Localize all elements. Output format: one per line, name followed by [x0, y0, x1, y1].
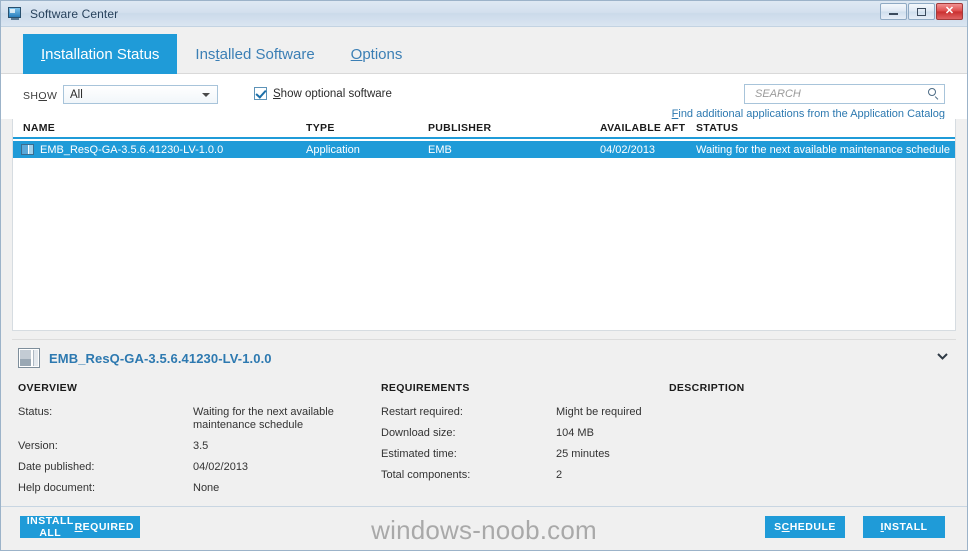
window-controls: ✕ — [880, 3, 963, 20]
schedule-button[interactable]: S C HEDULE — [765, 516, 845, 538]
details-columns: OVERVIEW Status: Waiting for the next av… — [12, 368, 956, 503]
search-icon[interactable] — [927, 87, 940, 101]
software-center-icon — [8, 6, 24, 22]
overview-status-value: Waiting for the next available maintenan… — [193, 406, 334, 431]
requirements-field-estimated-time: Estimated time: 25 minutes — [381, 448, 669, 461]
column-header-type[interactable]: TYPE — [296, 122, 418, 134]
maximize-icon — [917, 7, 926, 16]
list-header-row: NAME TYPE PUBLISHER AVAILABLE AFTER STAT… — [13, 119, 955, 139]
overview-field-status: Status: Waiting for the next available m… — [18, 406, 381, 432]
application-icon-large — [18, 348, 40, 368]
tab-options[interactable]: Options — [333, 34, 421, 74]
overview-help-key: Help document: — [18, 482, 96, 494]
window-title: Software Center — [30, 6, 119, 21]
row-name-cell: EMB_ResQ-GA-3.5.6.41230-LV-1.0.0 — [13, 144, 296, 156]
requirements-time-key: Estimated time: — [381, 448, 457, 460]
show-optional-software-label: Show optional software — [273, 87, 392, 100]
requirements-field-restart: Restart required: Might be required — [381, 406, 669, 419]
overview-section: OVERVIEW Status: Waiting for the next av… — [18, 382, 381, 503]
minimize-icon — [889, 13, 898, 15]
overview-version-value: 3.5 — [193, 440, 209, 452]
details-pane: EMB_ResQ-GA-3.5.6.41230-LV-1.0.0 OVERVIE… — [12, 339, 956, 494]
requirements-field-download-size: Download size: 104 MB — [381, 427, 669, 440]
footer-bar: windows-noob.com INSTALL ALL R EQUIRED SC… — [1, 506, 967, 550]
column-header-available-after[interactable]: AVAILABLE AFTER — [590, 122, 686, 134]
requirements-time-value: 25 minutes — [556, 448, 610, 460]
close-icon: ✕ — [944, 5, 955, 17]
overview-status-key: Status: — [18, 406, 53, 418]
row-name-text: EMB_ResQ-GA-3.5.6.41230-LV-1.0.0 — [40, 143, 224, 156]
checkmark-icon — [254, 87, 267, 100]
requirements-components-key: Total components: — [381, 469, 471, 481]
overview-version-key: Version: — [18, 440, 58, 452]
software-center-window: Software Center ✕ LV= Installation Statu… — [0, 0, 968, 551]
column-header-name[interactable]: NAME — [13, 122, 296, 134]
details-header: EMB_ResQ-GA-3.5.6.41230-LV-1.0.0 — [12, 340, 956, 368]
requirements-restart-key: Restart required: — [381, 406, 463, 418]
application-icon — [21, 144, 34, 155]
overview-field-version: Version: 3.5 — [18, 440, 381, 453]
install-button[interactable]: I NSTALL — [863, 516, 945, 538]
requirements-download-value: 104 MB — [556, 427, 594, 439]
table-row[interactable]: EMB_ResQ-GA-3.5.6.41230-LV-1.0.0 Applica… — [13, 141, 955, 158]
show-label: SHOW — [23, 90, 58, 102]
show-filter-value: All — [70, 88, 83, 101]
title-bar: Software Center ✕ — [1, 1, 967, 27]
requirements-components-value: 2 — [556, 469, 563, 481]
overview-field-date-published: Date published: 04/02/2013 — [18, 461, 381, 474]
description-section: DESCRIPTION — [669, 382, 956, 503]
close-button[interactable]: ✕ — [936, 3, 963, 20]
install-all-required-button[interactable]: INSTALL ALL R EQUIRED — [20, 515, 140, 539]
filter-bar: SHOW All Show optional software Find add… — [1, 74, 967, 120]
row-publisher-cell: EMB — [428, 143, 452, 156]
description-heading: DESCRIPTION — [669, 382, 745, 394]
tab-strip: Installation Status Ins t alled Software O… — [1, 27, 967, 74]
tab-installed-software[interactable]: Ins t alled Software — [177, 34, 332, 74]
overview-help-value: None — [193, 482, 220, 494]
software-list: NAME TYPE PUBLISHER AVAILABLE AFTER STAT… — [12, 119, 956, 331]
row-type-cell: Application — [306, 143, 360, 156]
maximize-button[interactable] — [908, 3, 935, 20]
overview-heading: OVERVIEW — [18, 382, 78, 394]
overview-date-key: Date published: — [18, 461, 95, 473]
chevron-down-glyph — [936, 352, 948, 360]
overview-field-help-document: Help document: None — [18, 482, 381, 495]
collapse-details-chevron-down-icon[interactable] — [934, 348, 950, 364]
tab-installation-status[interactable]: Installation Status — [23, 34, 178, 74]
requirements-download-key: Download size: — [381, 427, 456, 439]
overview-date-value: 04/02/2013 — [193, 461, 249, 473]
column-header-status[interactable]: STATUS — [686, 122, 955, 134]
requirements-field-total-components: Total components: 2 — [381, 469, 669, 482]
column-header-publisher[interactable]: PUBLISHER — [418, 122, 590, 134]
details-title: EMB_ResQ-GA-3.5.6.41230-LV-1.0.0 — [49, 350, 272, 366]
show-optional-software-checkbox[interactable]: Show optional software — [254, 87, 392, 100]
search-box[interactable] — [744, 84, 945, 104]
row-available-after-cell: 04/02/2013 — [600, 143, 656, 156]
requirements-restart-value: Might be required — [556, 406, 642, 418]
chevron-down-icon — [202, 93, 210, 97]
search-input[interactable] — [753, 87, 927, 101]
row-status-cell: Waiting for the next available maintenan… — [696, 143, 950, 156]
minimize-button[interactable] — [880, 3, 907, 20]
requirements-heading: REQUIREMENTS — [381, 382, 470, 394]
requirements-section: REQUIREMENTS Restart required: Might be … — [381, 382, 669, 503]
show-filter-dropdown[interactable]: All — [63, 85, 218, 104]
